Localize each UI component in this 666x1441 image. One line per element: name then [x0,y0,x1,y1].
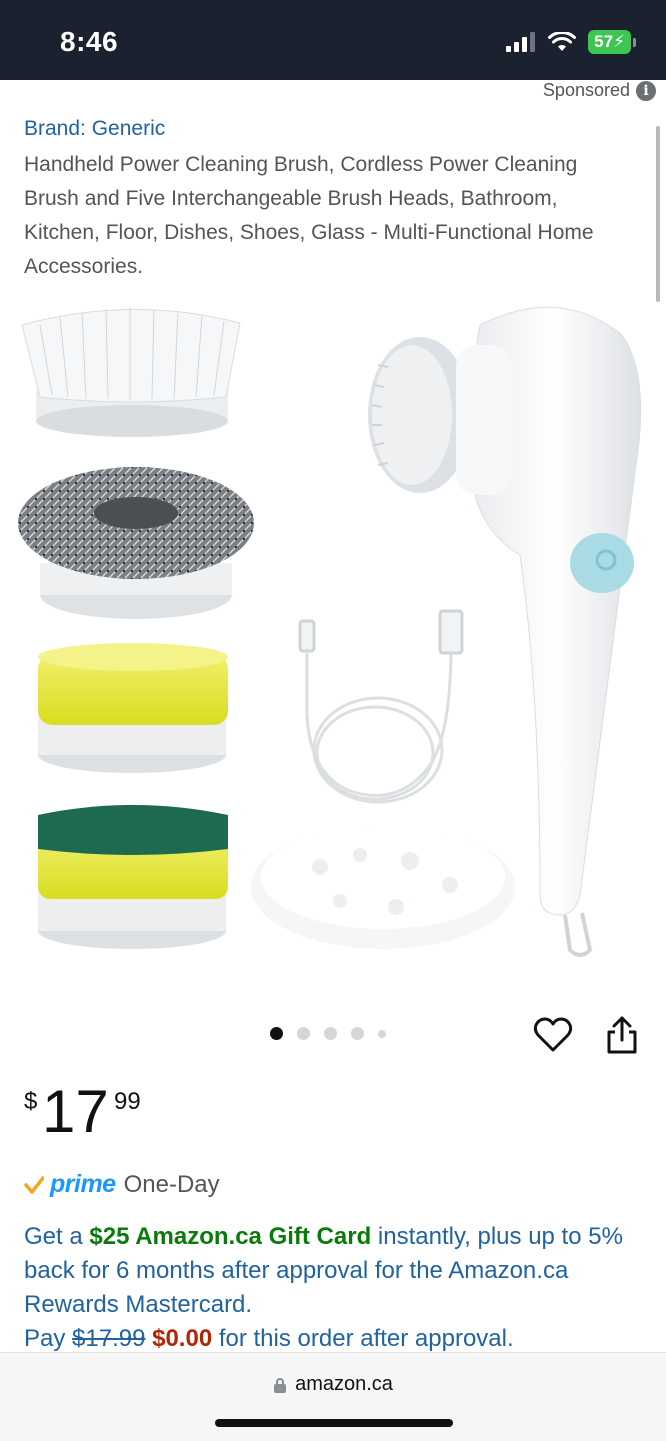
carousel-dot[interactable] [351,1027,364,1040]
sponsored-text: Sponsored [542,80,630,100]
bristle-brush-head [21,307,241,437]
product-image[interactable] [0,295,666,985]
price-fraction: 99 [114,1088,141,1115]
wifi-icon [548,32,577,51]
carousel-dot[interactable] [378,1029,386,1038]
carousel-dot[interactable] [324,1027,337,1040]
carousel-dot[interactable] [297,1027,310,1040]
prime-delivery: prime One-Day [24,1170,220,1199]
status-icons: 57⚡ [506,30,636,54]
cotton-pad-head [251,825,515,949]
price-whole: 17 [42,1078,109,1145]
offer-pay-label: Pay [24,1325,73,1352]
product-title: Handheld Power Cleaning Brush, Cordless … [24,153,594,278]
scrollbar[interactable] [656,126,660,302]
scour-sponge-head [38,805,228,949]
yellow-sponge-head [38,643,228,773]
share-icon[interactable] [601,1014,643,1056]
prime-delivery-speed: One-Day [123,1170,220,1198]
usb-cable [298,609,464,804]
heart-icon[interactable] [532,1014,574,1056]
info-icon[interactable]: i [636,80,656,101]
offer-original-price: $17.99 [72,1325,146,1352]
home-indicator[interactable] [215,1419,453,1427]
battery-charging-icon: 57⚡ [588,30,636,54]
brand-link[interactable]: Brand: Generic [24,117,165,141]
status-time: 8:46 [60,26,119,57]
offer-gift-card: $25 Amazon.ca Gift Card [89,1223,372,1250]
prime-check-icon [24,1175,44,1194]
address-bar[interactable]: amazon.ca [0,1373,666,1396]
carousel-dots[interactable] [270,1027,386,1040]
offer-prefix: Get a [24,1223,90,1250]
prime-badge: prime [50,1170,116,1198]
steel-wool-head [18,467,254,619]
battery-level: 57⚡ [588,30,631,54]
lock-icon [274,1377,287,1393]
offer-new-price: $0.00 [152,1325,213,1352]
price-symbol: $ [24,1088,38,1115]
url-text: amazon.ca [295,1373,393,1395]
signal-icon [506,32,536,52]
sponsored-label[interactable]: Sponsored i [543,80,656,101]
credit-card-offer[interactable]: Get a $25 Amazon.ca Gift Card instantly,… [24,1220,644,1356]
browser-bottom-bar: amazon.ca [0,1352,666,1441]
status-bar: 8:46 57⚡ [0,0,666,80]
carousel-dot[interactable] [270,1027,283,1040]
offer-suffix: for this order after approval. [212,1325,514,1352]
